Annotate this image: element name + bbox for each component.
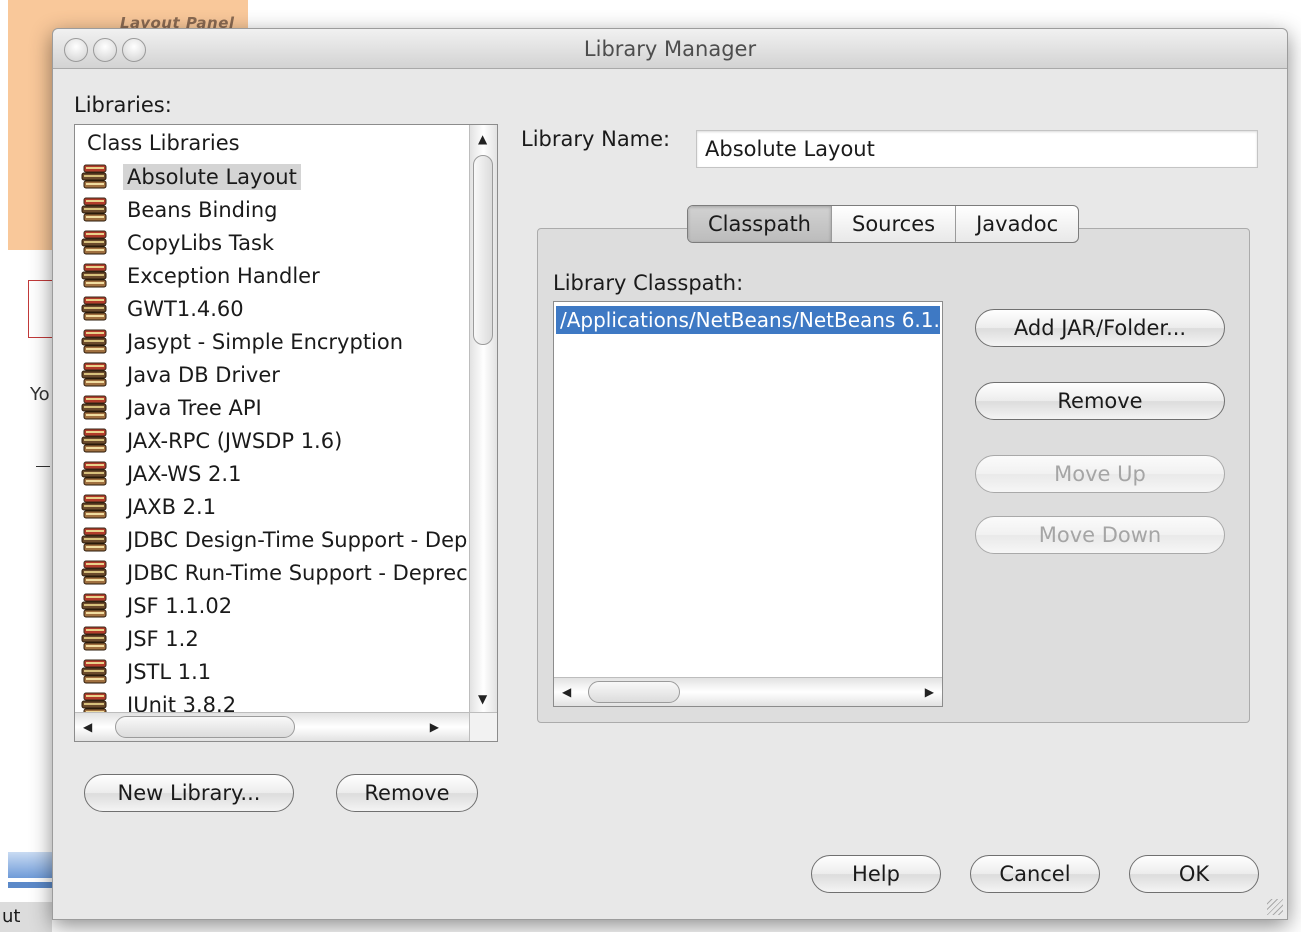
libraries-horizontal-scrollbar[interactable]: ◀ ▶ xyxy=(75,712,469,741)
library-books-icon xyxy=(81,692,107,713)
library-item[interactable]: JAX-WS 2.1 xyxy=(81,459,245,489)
library-item[interactable]: JDBC Design-Time Support - Deprecated xyxy=(81,525,469,555)
background-status-text: ut xyxy=(0,902,52,932)
library-item-label: Beans Binding xyxy=(127,198,278,222)
new-library-button[interactable]: New Library... xyxy=(84,774,294,812)
background-toolbar xyxy=(8,852,52,878)
library-classpath-label: Library Classpath: xyxy=(553,271,744,295)
tab-javadoc[interactable]: Javadoc xyxy=(955,206,1078,242)
library-item[interactable]: GWT1.4.60 xyxy=(81,294,248,324)
library-item-label: JDBC Run-Time Support - Deprecated xyxy=(127,561,469,585)
cancel-button[interactable]: Cancel xyxy=(970,855,1100,893)
library-books-icon xyxy=(81,494,107,519)
library-item-label: JAXB 2.1 xyxy=(127,495,217,519)
library-item[interactable]: Java Tree API xyxy=(81,393,266,423)
library-item[interactable]: JAXB 2.1 xyxy=(81,492,220,522)
background-text: Yo xyxy=(30,384,50,405)
library-name-input[interactable] xyxy=(696,130,1258,168)
library-item-label: JAX-RPC (JWSDP 1.6) xyxy=(127,429,343,453)
library-item-label: JDBC Design-Time Support - Deprecated xyxy=(127,528,469,552)
library-item-label: CopyLibs Task xyxy=(127,231,275,255)
library-books-icon xyxy=(81,659,107,684)
scroll-right-arrow-icon[interactable]: ▶ xyxy=(925,686,934,698)
classpath-entry[interactable]: /Applications/NetBeans/NetBeans 6.1.app/… xyxy=(556,306,940,334)
library-item[interactable]: Absolute Layout xyxy=(81,162,301,192)
scroll-left-arrow-icon[interactable]: ◀ xyxy=(83,721,92,733)
tab-bar: Classpath Sources Javadoc xyxy=(687,205,1080,243)
scroll-up-arrow-icon[interactable]: ▲ xyxy=(478,133,487,145)
libraries-label: Libraries: xyxy=(74,93,172,117)
libraries-vertical-scrollbar[interactable]: ▲ ▼ xyxy=(469,125,497,713)
library-item-label: Java Tree API xyxy=(127,396,262,420)
library-item-label: JSTL 1.1 xyxy=(127,660,212,684)
library-item[interactable]: Jasypt - Simple Encryption xyxy=(81,327,407,357)
library-books-icon xyxy=(81,329,107,354)
remove-library-button[interactable]: Remove xyxy=(336,774,478,812)
tab-classpath[interactable]: Classpath xyxy=(688,206,831,242)
library-item[interactable]: JUnit 3.8.2 xyxy=(81,690,240,713)
library-books-icon xyxy=(81,197,107,222)
background-link xyxy=(36,455,50,467)
classpath-horizontal-scroll-thumb[interactable] xyxy=(588,681,680,703)
library-books-icon xyxy=(81,428,107,453)
library-books-icon xyxy=(81,296,107,321)
library-books-icon xyxy=(81,527,107,552)
help-button[interactable]: Help xyxy=(811,855,941,893)
library-item-label: Exception Handler xyxy=(127,264,320,288)
add-jar-folder-button[interactable]: Add JAR/Folder... xyxy=(975,309,1225,347)
library-item[interactable]: Exception Handler xyxy=(81,261,324,291)
remove-classpath-button[interactable]: Remove xyxy=(975,382,1225,420)
library-item-label: Jasypt - Simple Encryption xyxy=(127,330,404,354)
library-books-icon xyxy=(81,263,107,288)
library-item-label: Java DB Driver xyxy=(127,363,280,387)
libraries-vertical-scroll-thumb[interactable] xyxy=(473,155,493,345)
classpath-horizontal-scrollbar[interactable]: ◀ ▶ xyxy=(554,677,942,706)
scroll-right-arrow-icon[interactable]: ▶ xyxy=(430,721,439,733)
resize-grip-icon[interactable] xyxy=(1267,899,1283,915)
library-item[interactable]: JSF 1.2 xyxy=(81,624,203,654)
library-item[interactable]: JDBC Run-Time Support - Deprecated xyxy=(81,558,469,588)
library-item[interactable]: Beans Binding xyxy=(81,195,281,225)
title-bar[interactable]: Library Manager xyxy=(53,29,1287,69)
libraries-list-viewport: Class Libraries Absolute Layout Beans Bi… xyxy=(75,125,469,713)
library-manager-dialog: Library Manager Libraries: Class Librari… xyxy=(52,28,1288,920)
move-down-button[interactable]: Move Down xyxy=(975,516,1225,554)
library-item-label: JAX-WS 2.1 xyxy=(127,462,242,486)
library-item-label: Absolute Layout xyxy=(123,164,301,190)
library-books-icon xyxy=(81,362,107,387)
library-item[interactable]: CopyLibs Task xyxy=(81,228,278,258)
library-books-icon xyxy=(81,230,107,255)
move-up-button[interactable]: Move Up xyxy=(975,455,1225,493)
scroll-down-arrow-icon[interactable]: ▼ xyxy=(478,693,487,705)
background-toolbar-strip xyxy=(8,882,52,888)
library-item-label: GWT1.4.60 xyxy=(127,297,244,321)
library-item-label: JUnit 3.8.2 xyxy=(127,693,237,713)
library-category-class-libraries[interactable]: Class Libraries xyxy=(87,131,240,155)
libraries-horizontal-scroll-thumb[interactable] xyxy=(115,716,295,738)
scroll-left-arrow-icon[interactable]: ◀ xyxy=(562,686,571,698)
libraries-list[interactable]: Class Libraries Absolute Layout Beans Bi… xyxy=(74,124,498,742)
library-item-label: JSF 1.1.02 xyxy=(127,594,233,618)
library-books-icon xyxy=(81,461,107,486)
tab-sources[interactable]: Sources xyxy=(831,206,955,242)
library-books-icon xyxy=(81,626,107,651)
library-name-label: Library Name: xyxy=(521,127,671,151)
library-item[interactable]: JSTL 1.1 xyxy=(81,657,215,687)
library-item[interactable]: JAX-RPC (JWSDP 1.6) xyxy=(81,426,346,456)
library-books-icon xyxy=(81,593,107,618)
library-item[interactable]: Java DB Driver xyxy=(81,360,284,390)
dialog-title: Library Manager xyxy=(583,37,757,61)
library-item[interactable]: JSF 1.1.02 xyxy=(81,591,236,621)
ok-button[interactable]: OK xyxy=(1129,855,1259,893)
library-books-icon xyxy=(81,164,107,189)
scroll-corner xyxy=(469,712,497,741)
library-item-label: JSF 1.2 xyxy=(127,627,199,651)
classpath-list[interactable]: /Applications/NetBeans/NetBeans 6.1.app/… xyxy=(553,301,943,707)
library-books-icon xyxy=(81,395,107,420)
library-books-icon xyxy=(81,560,107,585)
